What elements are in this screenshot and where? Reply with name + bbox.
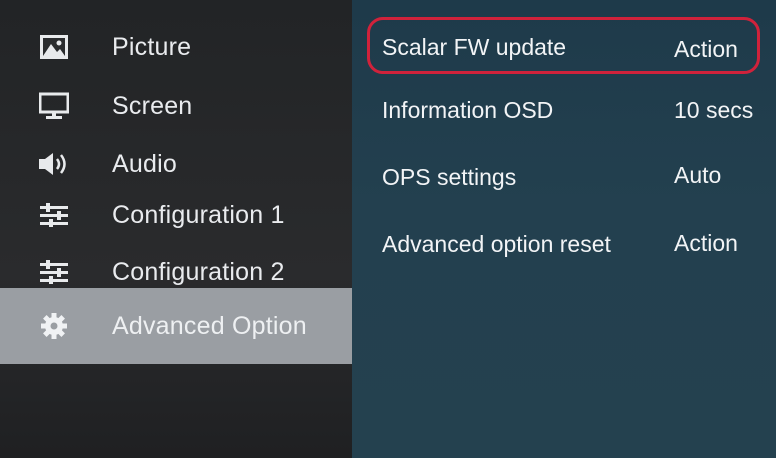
option-value: 10 secs	[674, 97, 754, 123]
sidebar-item-label: Configuration 1	[112, 200, 285, 229]
category-sidebar: Picture Screen Audio Configuration 1 Con…	[0, 0, 352, 458]
sidebar-item-configuration-1[interactable]: Configuration 1	[0, 186, 352, 244]
sidebar-item-audio[interactable]: Audio	[0, 135, 352, 193]
option-row-information-osd[interactable]: Information OSD 10 secs	[352, 86, 776, 134]
option-label: Advanced option reset	[382, 231, 611, 257]
option-value: Auto	[674, 162, 722, 188]
option-label: OPS settings	[382, 164, 517, 190]
option-label: Information OSD	[382, 97, 554, 123]
sidebar-item-label: Picture	[112, 32, 192, 61]
speaker-icon	[38, 150, 70, 178]
sidebar-item-advanced-option[interactable]: Advanced Option	[0, 288, 352, 364]
sidebar-item-label: Audio	[112, 149, 177, 178]
highlight-outline	[367, 17, 760, 74]
option-row-advanced-option-reset[interactable]: Advanced option reset Action	[352, 220, 776, 268]
sliders-icon	[38, 258, 70, 286]
sidebar-item-screen[interactable]: Screen	[0, 77, 352, 135]
option-value: Action	[674, 230, 738, 256]
sidebar-item-label: Configuration 2	[112, 257, 285, 286]
gear-icon	[38, 312, 70, 340]
osd-menu: Picture Screen Audio Configuration 1 Con…	[0, 0, 776, 458]
option-row-ops-settings: OPS settings Auto	[352, 152, 776, 200]
sidebar-item-label: Screen	[112, 91, 193, 120]
sidebar-item-label: Advanced Option	[112, 311, 307, 340]
sidebar-item-picture[interactable]: Picture	[0, 18, 352, 76]
picture-icon	[38, 33, 70, 61]
monitor-icon	[38, 92, 70, 120]
sliders-icon	[38, 201, 70, 229]
